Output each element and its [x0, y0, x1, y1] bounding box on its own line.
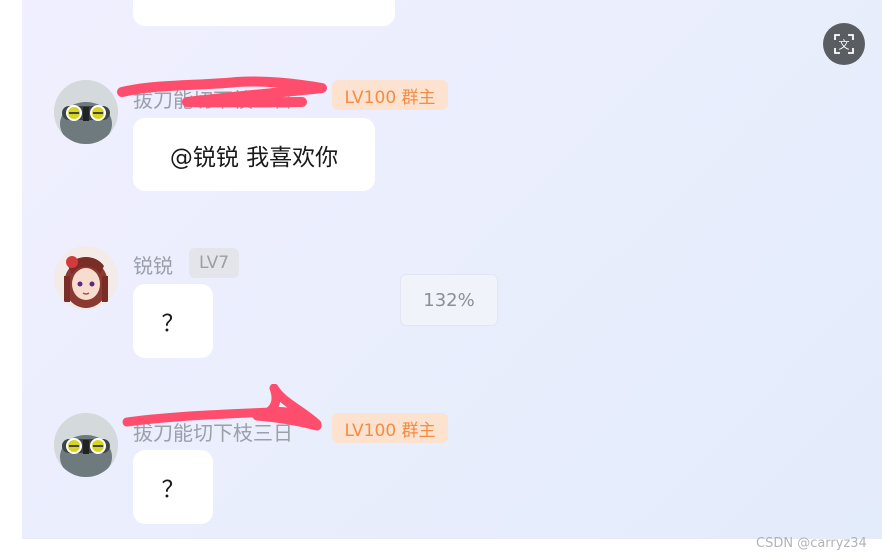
- translate-button[interactable]: 文: [823, 23, 865, 65]
- zoom-level-tooltip: 132%: [400, 274, 498, 326]
- translate-glyph: 文: [839, 38, 850, 52]
- message-bubble[interactable]: ？: [133, 284, 213, 358]
- message-bubble[interactable]: ？: [133, 450, 213, 524]
- divider: [22, 538, 882, 539]
- translate-icon: 文: [834, 34, 854, 54]
- sender-name[interactable]: 拔刀能切下枝三日: [133, 84, 293, 113]
- owner-level-badge: LV100 群主: [332, 413, 448, 443]
- owner-level-badge: LV100 群主: [332, 80, 448, 110]
- sender-avatar[interactable]: [54, 413, 118, 477]
- robot-avatar-icon: [54, 413, 118, 477]
- sender-avatar[interactable]: [54, 246, 118, 310]
- message-bubble[interactable]: @锐锐 我喜欢你: [133, 118, 375, 191]
- chat-area: 拔刀能切下枝三日 LV100 群主 @锐锐 我喜欢你 锐锐 LV7 ？ 132%: [22, 0, 882, 538]
- previous-message-bubble[interactable]: [133, 0, 395, 26]
- robot-avatar-icon: [54, 80, 118, 144]
- sender-avatar[interactable]: [54, 80, 118, 144]
- message-text: @锐锐 我喜欢你: [169, 144, 339, 171]
- message-text: ？: [161, 477, 185, 503]
- sender-name[interactable]: 锐锐: [133, 250, 173, 279]
- watermark: CSDN @carryz34: [756, 536, 867, 551]
- member-level-badge: LV7: [189, 248, 239, 278]
- anime-girl-avatar-icon: [54, 246, 118, 310]
- message-text: ？: [161, 311, 185, 337]
- zoom-level-text: 132%: [423, 289, 475, 311]
- sender-name[interactable]: 拔刀能切下枝三日: [133, 417, 293, 446]
